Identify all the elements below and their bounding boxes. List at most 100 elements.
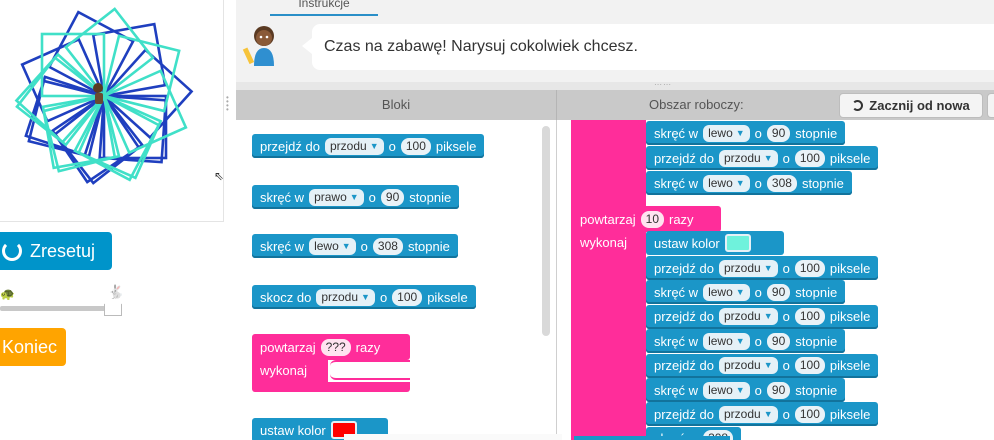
block-text: skręć w (260, 238, 305, 254)
speed-slider-thumb[interactable] (104, 298, 122, 316)
rabbit-icon: 🐇 (108, 284, 125, 299)
program-turn-block[interactable]: skręć w lewo ▼ o 90 stopnie (646, 329, 846, 354)
number-field[interactable]: 90 (766, 124, 791, 142)
block-text: powtarzaj (580, 211, 636, 227)
chevron-down-icon: ▼ (735, 127, 745, 138)
block-text: ustaw kolor (654, 235, 720, 251)
horizontal-scrollbar[interactable] (344, 434, 562, 440)
number-field[interactable]: 100 (794, 357, 825, 375)
block-text: stopnie (801, 175, 844, 191)
program-set-color-block[interactable]: ustaw kolor (646, 231, 784, 255)
speed-slider[interactable]: 🐢 🐇 (0, 284, 128, 318)
repeat-count-field[interactable]: 10 (640, 210, 664, 228)
resize-handle-horizontal[interactable]: ⋯⋯ (654, 80, 672, 89)
direction-dropdown[interactable]: przodu ▼ (718, 308, 778, 326)
direction-dropdown[interactable]: przodu ▼ (324, 137, 384, 155)
number-field[interactable]: 100 (794, 149, 825, 167)
direction-dropdown[interactable]: lewo ▼ (703, 283, 750, 301)
direction-dropdown[interactable]: lewo ▼ (703, 381, 750, 399)
toolbox-jump-block[interactable]: skocz do przodu ▼ o 100 piksele (252, 285, 476, 309)
number-field[interactable]: 308 (372, 237, 403, 255)
block-text: o (782, 358, 790, 374)
block-text: przejdź do (654, 309, 714, 325)
block-text: piksele (435, 138, 477, 154)
direction-dropdown[interactable]: lewo ▼ (309, 237, 356, 255)
block-text: skręć w (654, 125, 699, 141)
block-text: piksele (427, 289, 468, 305)
workspace-header: Obszar roboczy: Zacznij od nowa (556, 90, 994, 120)
program-turn-block[interactable]: skręć w lewo ▼ o 90 stopnie (646, 280, 846, 305)
number-field[interactable]: 100 (794, 308, 825, 326)
number-field[interactable]: 100 (400, 137, 431, 155)
block-text: o (368, 189, 376, 205)
number-field[interactable]: 90 (380, 188, 405, 206)
dropdown-value: lewo (708, 284, 733, 299)
number-field[interactable]: 90 (766, 332, 791, 350)
repeat-footer (252, 382, 410, 392)
turtle-drawing (14, 7, 194, 185)
direction-dropdown[interactable]: przodu ▼ (718, 357, 778, 375)
block-text: skręć w (654, 382, 699, 398)
program-turn-block[interactable]: skręć w lewo ▼ o 308 stopnie (646, 171, 852, 195)
program-move-block[interactable]: przejdź do przodu ▼ o 100 piksele (646, 146, 879, 170)
visualization-column: ⇖ Zresetuj 🐢 🐇 Koniec (0, 0, 236, 440)
direction-dropdown[interactable]: przodu ▼ (718, 149, 778, 167)
reset-button[interactable]: Zresetuj (0, 232, 112, 270)
number-field[interactable]: 90 (766, 283, 791, 301)
toolbox-scrollbar[interactable] (542, 126, 550, 336)
direction-dropdown[interactable]: prawo ▼ (309, 188, 364, 206)
repeat-slot[interactable] (330, 360, 410, 380)
block-text: o (754, 382, 762, 398)
program-move-block[interactable]: przejdź do przodu ▼ o 100 piksele (646, 304, 879, 329)
block-text: piksele (829, 406, 871, 422)
tab-instructions-label: Instrukcje (298, 0, 350, 10)
show-code-button[interactable] (987, 93, 994, 118)
block-text: skręć w (654, 333, 699, 349)
number-field[interactable]: 100 (392, 288, 423, 306)
color-swatch[interactable] (724, 234, 751, 252)
block-text: stopnie (795, 125, 838, 141)
repeat-header: powtarzaj ??? razy (252, 334, 410, 360)
number-field[interactable]: 90 (766, 381, 791, 399)
number-field[interactable]: 100 (794, 259, 825, 277)
toolbox-turn-right-block[interactable]: skręć w prawo ▼ o 90 stopnie (252, 185, 460, 209)
program-repeat-header[interactable]: powtarzaj 10 razy (571, 206, 721, 232)
direction-dropdown[interactable]: lewo ▼ (703, 174, 750, 192)
tab-instructions[interactable]: Instrukcje (270, 0, 378, 16)
direction-dropdown[interactable]: przodu ▼ (718, 405, 778, 423)
toolbox-move-block[interactable]: przejdź do przodu ▼ o 100 piksele (252, 134, 485, 158)
number-field[interactable]: 100 (794, 405, 825, 423)
direction-dropdown[interactable]: lewo ▼ (703, 124, 750, 142)
resize-handle-vertical[interactable]: • • • • (226, 94, 232, 114)
block-text: o (782, 260, 790, 276)
block-text: o (388, 138, 396, 154)
chevron-down-icon: ▼ (361, 291, 370, 302)
reset-label: Zresetuj (30, 240, 96, 261)
blocks-panel-title: Bloki (381, 97, 411, 112)
turtle-icon: 🐢 (0, 287, 15, 301)
program-turn-block[interactable]: skręć w lewo ▼ o 90 stopnie (646, 378, 846, 402)
direction-dropdown[interactable]: przodu ▼ (718, 259, 778, 277)
program-turn-block[interactable]: skręć w lewo ▼ o 90 stopnie (646, 121, 846, 145)
block-text: przejdź do (260, 138, 320, 154)
program-move-block[interactable]: przejdź do przodu ▼ o 100 piksele (646, 353, 879, 378)
dropdown-value: przodu (723, 260, 761, 275)
outer-repeat-body (571, 120, 646, 210)
block-text: ustaw kolor (260, 422, 326, 438)
toolbox-turn-left-block[interactable]: skręć w lewo ▼ o 308 stopnie (252, 234, 458, 258)
chevron-down-icon: ▼ (763, 311, 773, 322)
block-text: skręć w (654, 284, 699, 300)
direction-dropdown[interactable]: lewo ▼ (703, 332, 750, 350)
program-move-block[interactable]: przejdź do przodu ▼ o 100 piksele (646, 402, 879, 427)
repeat-count-field[interactable]: ??? (320, 338, 351, 356)
block-text: o (754, 333, 762, 349)
restart-button[interactable]: Zacznij od nowa (839, 93, 983, 118)
block-text: piksele (829, 309, 871, 325)
program-move-block[interactable]: przejdź do przodu ▼ o 100 piksele (646, 256, 879, 280)
block-text: o (360, 238, 368, 254)
speed-slider-track[interactable] (0, 306, 110, 311)
finish-button[interactable]: Koniec (0, 328, 66, 366)
block-text: o (754, 125, 762, 141)
number-field[interactable]: 308 (766, 174, 797, 192)
direction-dropdown[interactable]: przodu ▼ (316, 288, 375, 306)
